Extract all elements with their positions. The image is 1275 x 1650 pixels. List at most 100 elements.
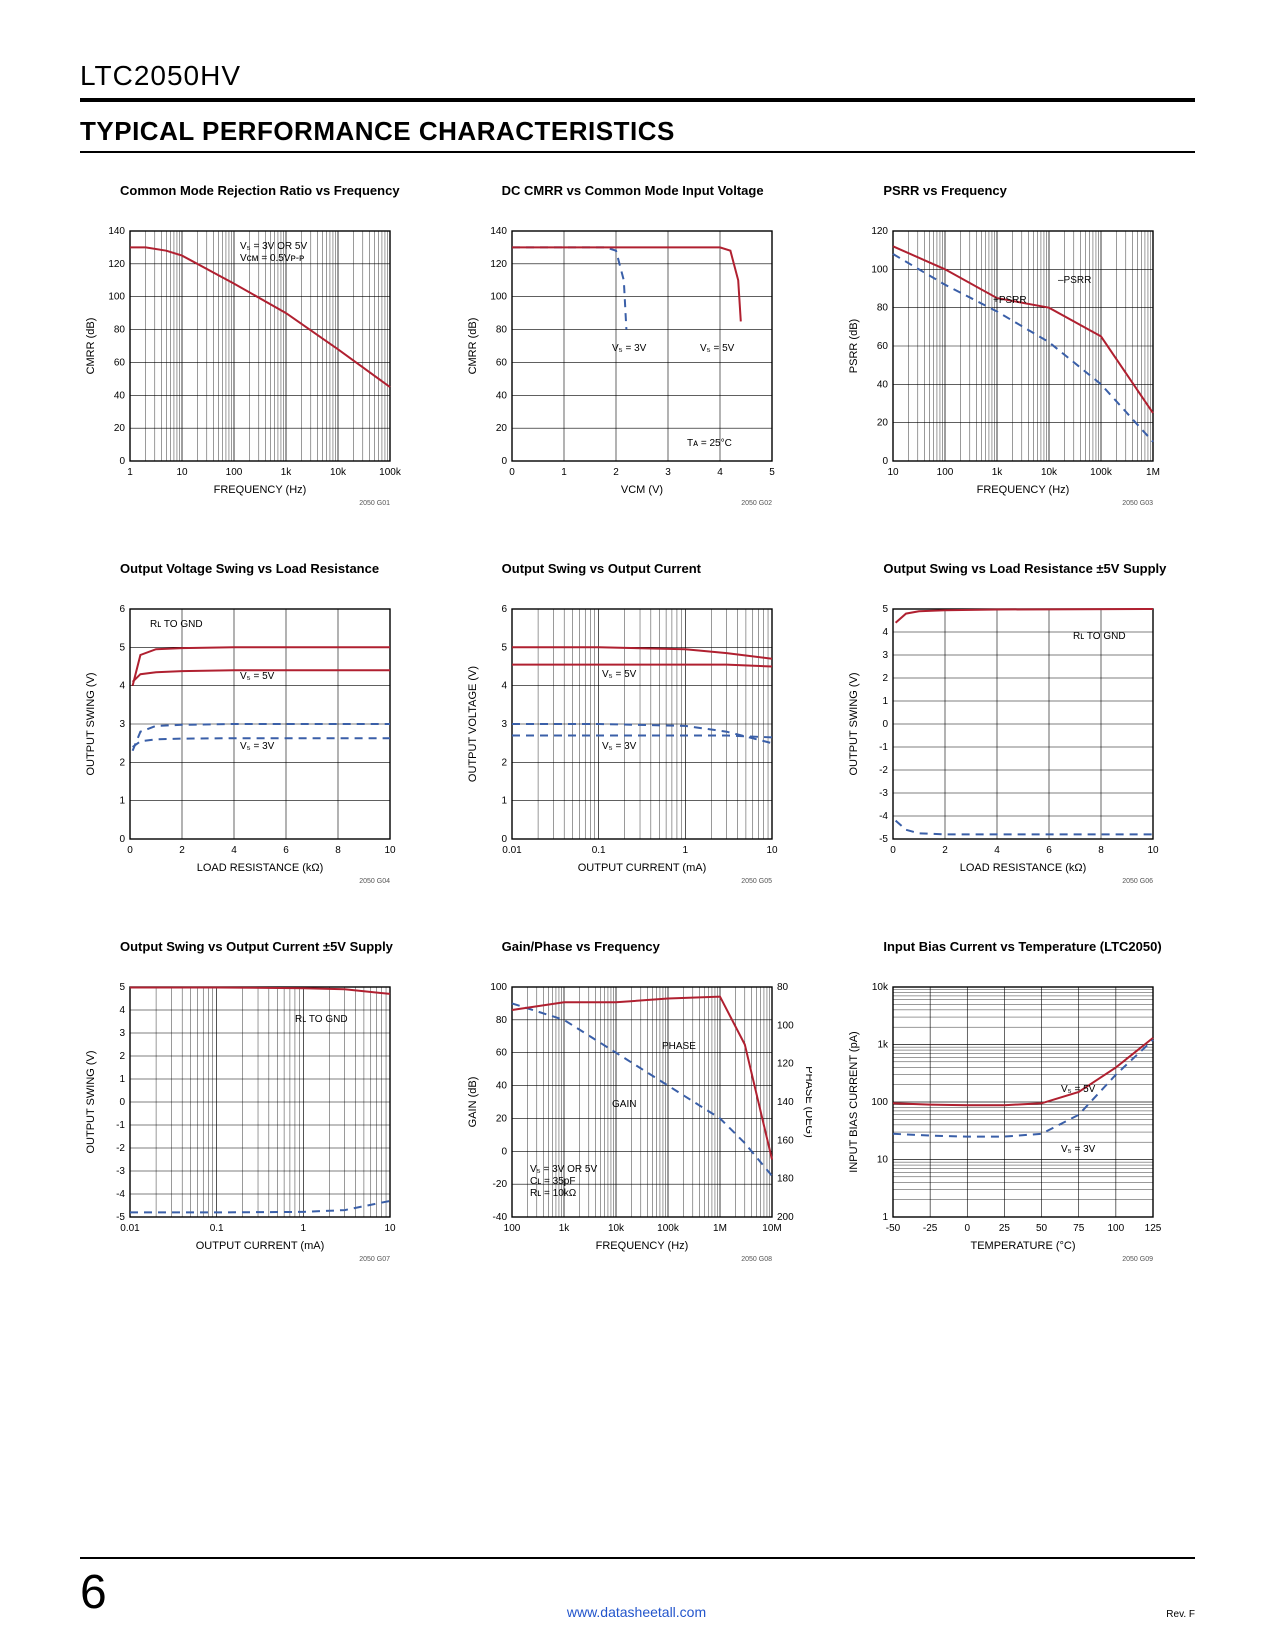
svg-text:Rʟ TO GND: Rʟ TO GND	[1073, 631, 1126, 642]
svg-text:100: 100	[872, 264, 889, 275]
svg-text:100: 100	[937, 467, 954, 478]
svg-text:4: 4	[883, 627, 889, 638]
chart-2: DC CMRR vs Common Mode Input Voltage0123…	[462, 183, 814, 541]
svg-text:GAIN: GAIN	[612, 1099, 636, 1110]
chart-9: Input Bias Current vs Temperature (LTC20…	[843, 939, 1195, 1297]
svg-text:1: 1	[119, 796, 125, 807]
svg-text:0: 0	[119, 1097, 125, 1108]
svg-text:5: 5	[883, 604, 889, 615]
chart-grid: Common Mode Rejection Ratio vs Frequency…	[80, 183, 1195, 1297]
svg-text:-25: -25	[923, 1223, 938, 1234]
svg-text:OUTPUT SWING (V): OUTPUT SWING (V)	[848, 672, 860, 775]
svg-text:1M: 1M	[713, 1223, 727, 1234]
svg-text:V₅ = 3V: V₅ = 3V	[602, 741, 637, 752]
svg-text:LOAD RESISTANCE (kΩ): LOAD RESISTANCE (kΩ)	[960, 862, 1087, 874]
svg-text:-2: -2	[116, 1143, 125, 1154]
svg-text:140: 140	[777, 1097, 794, 1108]
svg-text:60: 60	[496, 1048, 508, 1059]
svg-text:100k: 100k	[1090, 467, 1113, 478]
svg-text:-5: -5	[879, 834, 888, 845]
svg-text:-4: -4	[116, 1189, 125, 1200]
svg-text:2: 2	[501, 757, 507, 768]
svg-text:120: 120	[490, 259, 507, 270]
svg-text:V₅ = 3V: V₅ = 3V	[612, 343, 647, 354]
svg-text:-2: -2	[879, 765, 888, 776]
svg-text:0: 0	[501, 456, 507, 467]
svg-text:100k: 100k	[657, 1223, 680, 1234]
svg-text:20: 20	[877, 418, 889, 429]
svg-text:1k: 1k	[992, 467, 1004, 478]
svg-text:1: 1	[682, 845, 688, 856]
svg-text:-1: -1	[879, 742, 888, 753]
svg-text:0.01: 0.01	[120, 1223, 140, 1234]
svg-text:0.01: 0.01	[502, 845, 522, 856]
chart-6: Output Swing vs Load Resistance ±5V Supp…	[843, 561, 1195, 919]
svg-text:2050 G04: 2050 G04	[359, 878, 390, 885]
svg-text:4: 4	[717, 467, 723, 478]
svg-text:4: 4	[501, 681, 507, 692]
svg-text:-5: -5	[116, 1212, 125, 1223]
svg-text:2050 G09: 2050 G09	[1123, 1256, 1154, 1263]
svg-text:V₅ = 5V: V₅ = 5V	[700, 343, 735, 354]
chart-title: Output Voltage Swing vs Load Resistance	[120, 561, 432, 593]
svg-text:6: 6	[1047, 845, 1053, 856]
svg-text:0: 0	[501, 834, 507, 845]
svg-text:V₅ = 5V: V₅ = 5V	[240, 671, 275, 682]
svg-text:0: 0	[509, 467, 515, 478]
svg-text:Vᴄᴍ = 0.5Vᴘ-ᴘ: Vᴄᴍ = 0.5Vᴘ-ᴘ	[240, 253, 304, 264]
svg-text:2050 G06: 2050 G06	[1123, 878, 1154, 885]
svg-text:6: 6	[119, 604, 125, 615]
svg-text:2050 G03: 2050 G03	[1123, 500, 1154, 507]
svg-text:20: 20	[114, 423, 126, 434]
page-number: 6	[80, 1565, 107, 1620]
svg-text:5: 5	[501, 642, 507, 653]
svg-text:FREQUENCY (Hz): FREQUENCY (Hz)	[214, 484, 307, 496]
svg-text:140: 140	[108, 226, 125, 237]
svg-text:160: 160	[777, 1135, 794, 1146]
svg-text:4: 4	[995, 845, 1001, 856]
chart-title: Output Swing vs Load Resistance ±5V Supp…	[883, 561, 1195, 593]
svg-text:0: 0	[501, 1146, 507, 1157]
svg-text:–PSRR: –PSRR	[1058, 275, 1091, 286]
footer-url: www.datasheetall.com	[107, 1604, 1167, 1620]
svg-text:2050 G02: 2050 G02	[741, 500, 772, 507]
svg-text:OUTPUT SWING (V): OUTPUT SWING (V)	[85, 672, 97, 775]
svg-text:0: 0	[119, 834, 125, 845]
svg-text:100: 100	[1108, 1223, 1125, 1234]
svg-text:20: 20	[496, 1113, 508, 1124]
svg-text:10: 10	[1148, 845, 1160, 856]
svg-text:Rʟ TO GND: Rʟ TO GND	[295, 1014, 348, 1025]
svg-text:TEMPERATURE (°C): TEMPERATURE (°C)	[971, 1240, 1076, 1252]
svg-text:0: 0	[119, 456, 125, 467]
svg-text:6: 6	[283, 845, 289, 856]
chart-title: Gain/Phase vs Frequency	[502, 939, 814, 971]
svg-text:1k: 1k	[878, 1040, 890, 1051]
svg-text:V₅ = 3V OR 5V: V₅ = 3V OR 5V	[240, 241, 307, 252]
svg-text:10k: 10k	[608, 1223, 625, 1234]
svg-text:40: 40	[877, 379, 889, 390]
chart-5: Output Swing vs Output Current0.010.1110…	[462, 561, 814, 919]
svg-text:Rʟ TO GND: Rʟ TO GND	[150, 619, 203, 630]
svg-text:OUTPUT SWING (V): OUTPUT SWING (V)	[85, 1050, 97, 1153]
svg-text:1: 1	[883, 696, 889, 707]
svg-text:40: 40	[114, 390, 126, 401]
svg-text:4: 4	[119, 1005, 125, 1016]
footer: 6 www.datasheetall.com Rev. F	[80, 1557, 1195, 1620]
svg-text:80: 80	[877, 303, 889, 314]
chart-7: Output Swing vs Output Current ±5V Suppl…	[80, 939, 432, 1297]
svg-text:5: 5	[769, 467, 775, 478]
section-title: TYPICAL PERFORMANCE CHARACTERISTICS	[80, 116, 1195, 153]
svg-text:OUTPUT VOLTAGE (V): OUTPUT VOLTAGE (V)	[467, 666, 479, 782]
chart-3: PSRR vs Frequency101001k10k100k1M0204060…	[843, 183, 1195, 541]
chart-title: DC CMRR vs Common Mode Input Voltage	[502, 183, 814, 215]
svg-text:CMRR (dB): CMRR (dB)	[467, 318, 479, 375]
svg-text:OUTPUT CURRENT (mA): OUTPUT CURRENT (mA)	[196, 1240, 325, 1252]
svg-text:+PSRR: +PSRR	[993, 295, 1027, 306]
svg-text:V₅ = 5V: V₅ = 5V	[602, 669, 637, 680]
svg-text:LOAD RESISTANCE (kΩ): LOAD RESISTANCE (kΩ)	[197, 862, 324, 874]
svg-text:10: 10	[176, 467, 188, 478]
svg-text:2: 2	[883, 673, 889, 684]
svg-text:100: 100	[108, 292, 125, 303]
svg-text:2050 G01: 2050 G01	[359, 500, 390, 507]
chart-title: Output Swing vs Output Current ±5V Suppl…	[120, 939, 432, 971]
